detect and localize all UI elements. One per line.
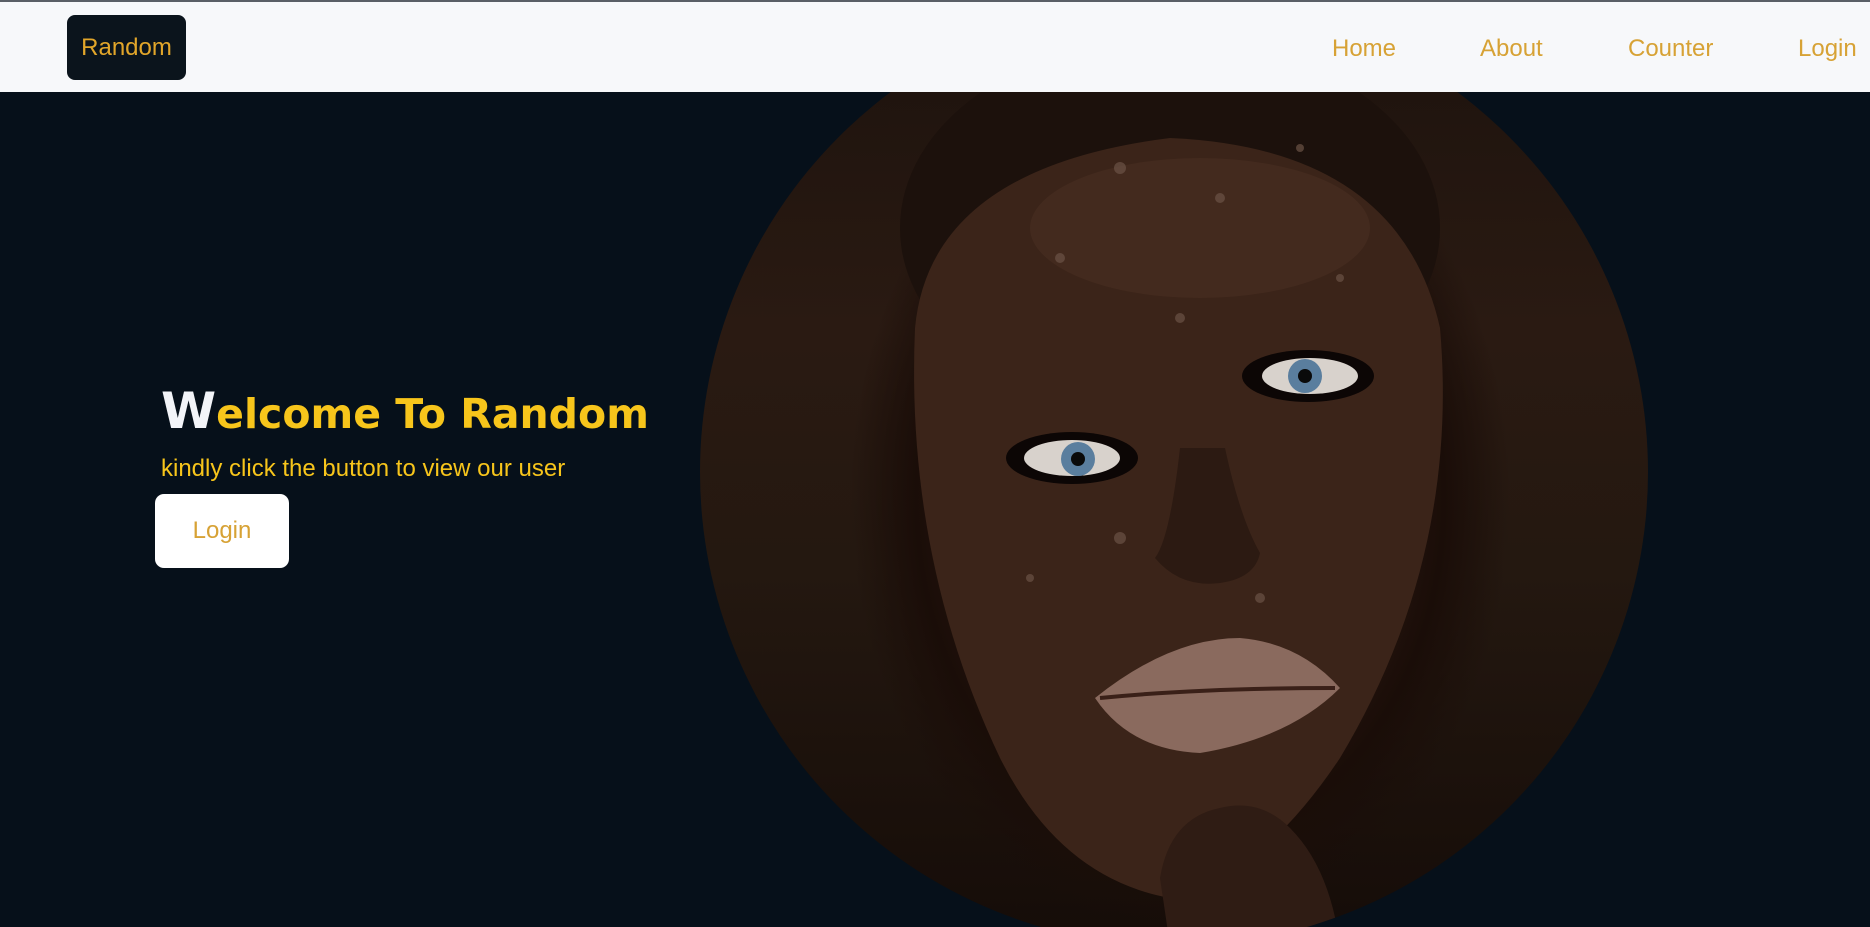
navbar: Random Home About Counter Login [0,2,1870,92]
brand-logo-button[interactable]: Random [67,15,186,80]
nav-link-home[interactable]: Home [1332,35,1396,63]
hero-section: Welcome To Random kindly click the butto… [0,92,1870,927]
headline-first-letter: W [161,382,217,440]
hero-subtitle: kindly click the button to view our user [161,455,566,482]
hero-login-button[interactable]: Login [155,494,289,568]
nav-link-counter[interactable]: Counter [1628,35,1713,63]
portrait-illustration [900,92,1443,927]
hero-portrait-image [700,92,1648,927]
headline-rest: elcome To Random [216,390,649,438]
nav-link-about[interactable]: About [1480,35,1543,63]
hero-headline: Welcome To Random [161,386,649,439]
nav-link-login[interactable]: Login [1798,35,1857,63]
